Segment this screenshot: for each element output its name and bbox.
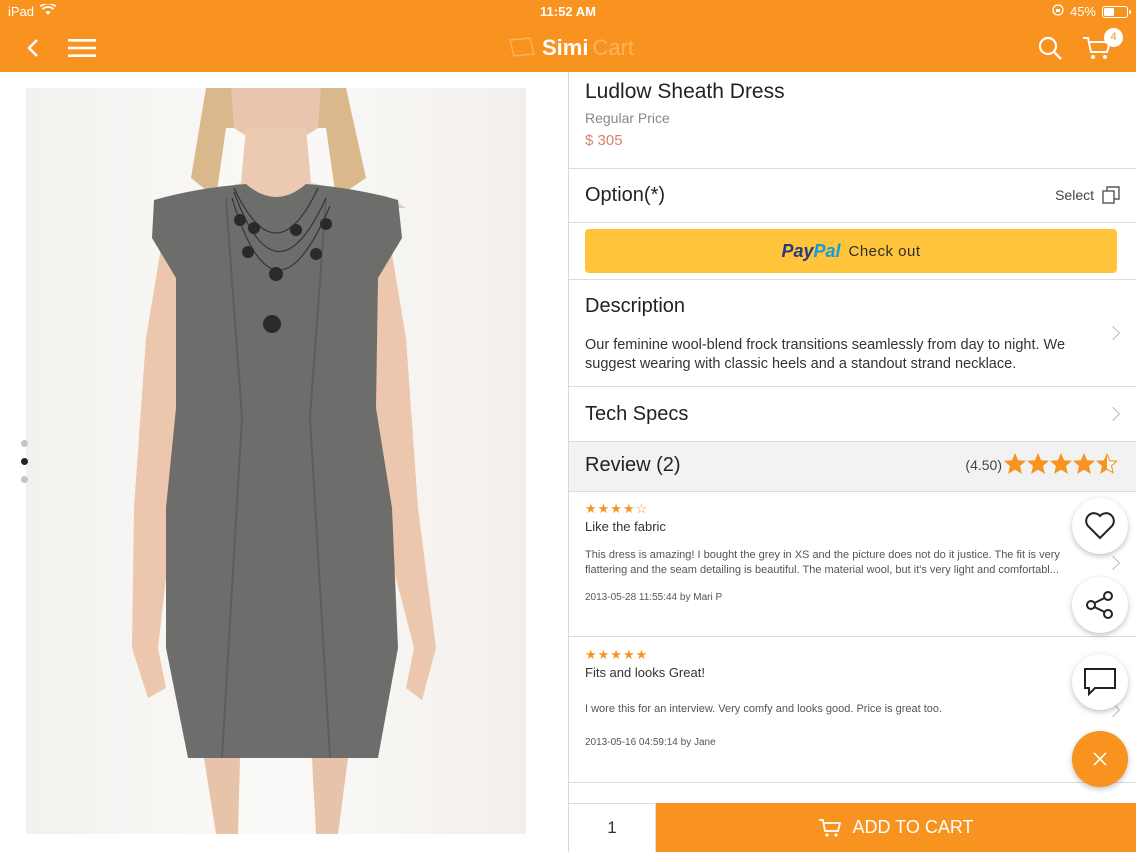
paypal-logo: PayPal <box>781 241 840 262</box>
add-to-cart-label: ADD TO CART <box>852 817 974 837</box>
star-full-icon <box>1050 453 1072 474</box>
divider <box>569 636 1136 637</box>
product-image[interactable] <box>26 88 526 834</box>
pagination-dot[interactable] <box>21 476 28 483</box>
review-item-title: Fits and looks Great! <box>585 665 705 680</box>
dress-image <box>132 88 436 834</box>
review-item-meta: 2013-05-28 11:55:44 by Mari P <box>585 592 723 603</box>
paypal-label: Check out <box>848 242 921 260</box>
product-price: $ 305 <box>585 132 623 149</box>
divider <box>569 491 1136 492</box>
divider <box>569 782 1136 783</box>
divider <box>569 222 1136 223</box>
chat-icon <box>1084 668 1116 697</box>
description-text: Our feminine wool-blend frock transition… <box>585 337 1066 372</box>
copy-icon <box>1102 186 1120 204</box>
star-full-icon <box>1027 453 1049 474</box>
product-name: Ludlow Sheath Dress <box>585 80 785 103</box>
price-label: Regular Price <box>585 110 670 126</box>
review-title: Review (2) <box>585 454 681 476</box>
share-icon <box>1086 591 1113 619</box>
share-button[interactable] <box>1072 577 1128 633</box>
rating-stars <box>1004 453 1118 475</box>
fab-close-button[interactable] <box>1072 731 1128 787</box>
battery-fill <box>1104 7 1114 16</box>
divider <box>569 279 1136 280</box>
option-select-label: Select <box>1055 187 1094 203</box>
menu-icon <box>68 39 96 57</box>
rating-average: (4.50) <box>965 457 1002 473</box>
battery-icon <box>1102 5 1131 18</box>
review-item-body: I wore this for an interview. Very comfy… <box>585 703 943 715</box>
review-item-title: Like the fabric <box>585 519 666 534</box>
option-label: Option(*) <box>585 184 666 206</box>
review-item[interactable]: ★★★★☆ Like the fabric This dress is amaz… <box>585 501 1095 603</box>
chevron-right-icon <box>1105 325 1121 341</box>
add-to-cart-button[interactable]: ADD TO CART <box>656 803 1136 852</box>
tech-specs-title: Tech Specs <box>585 403 689 425</box>
star-full-icon <box>1073 453 1095 474</box>
add-to-cart-bar: 1 ADD TO CART <box>569 803 1136 852</box>
cart-logo-icon <box>509 37 535 57</box>
review-stars: ★★★★☆ <box>585 501 649 516</box>
back-icon <box>27 39 38 57</box>
chevron-right-icon <box>1105 555 1121 571</box>
description-title: Description <box>585 295 686 317</box>
orientation-lock-icon <box>1052 4 1064 19</box>
close-icon <box>1093 752 1107 766</box>
app-logo: Simi Cart <box>508 34 634 62</box>
review-item-meta: 2013-05-16 04:59:14 by Jane <box>585 737 716 748</box>
quantity-input[interactable]: 1 <box>569 803 656 852</box>
divider <box>569 168 1136 169</box>
paypal-logo-pal: Pal <box>813 240 841 261</box>
review-item[interactable]: ★★★★★ Fits and looks Great! I wore this … <box>585 647 1095 748</box>
product-details-panel: Ludlow Sheath Dress Regular Price $ 305 … <box>569 72 1136 852</box>
chevron-right-icon <box>1105 406 1121 422</box>
cart-icon <box>819 818 842 837</box>
logo-secondary: Cart <box>592 35 635 60</box>
image-pagination[interactable] <box>20 440 30 494</box>
battery-percent: 45% <box>1069 4 1096 19</box>
review-item-body: This dress is amazing! I bought the grey… <box>585 549 1060 576</box>
pagination-dot-active[interactable] <box>21 458 28 465</box>
nav-bar: Simi Cart 4 <box>0 24 1136 72</box>
review-stars: ★★★★★ <box>585 647 649 662</box>
back-button[interactable] <box>18 24 48 72</box>
star-full-icon <box>1004 453 1026 474</box>
divider <box>569 386 1136 387</box>
paypal-checkout-button[interactable]: PayPal Check out <box>585 229 1117 273</box>
pagination-dot[interactable] <box>21 440 28 447</box>
star-half-icon <box>1096 453 1118 474</box>
option-select-button[interactable]: Select <box>1055 186 1120 204</box>
cart-count-badge: 4 <box>1104 28 1123 47</box>
clock: 11:52 AM <box>540 4 596 19</box>
search-button[interactable] <box>1034 24 1066 72</box>
menu-button[interactable] <box>66 24 98 72</box>
paypal-logo-pay: Pay <box>781 240 814 261</box>
chat-button[interactable] <box>1072 654 1128 710</box>
logo-primary: Simi <box>542 35 589 60</box>
heart-icon <box>1085 512 1115 540</box>
wishlist-button[interactable] <box>1072 498 1128 554</box>
status-bar: iPad 11:52 AM 45% <box>0 0 1136 24</box>
search-icon <box>1038 36 1062 60</box>
